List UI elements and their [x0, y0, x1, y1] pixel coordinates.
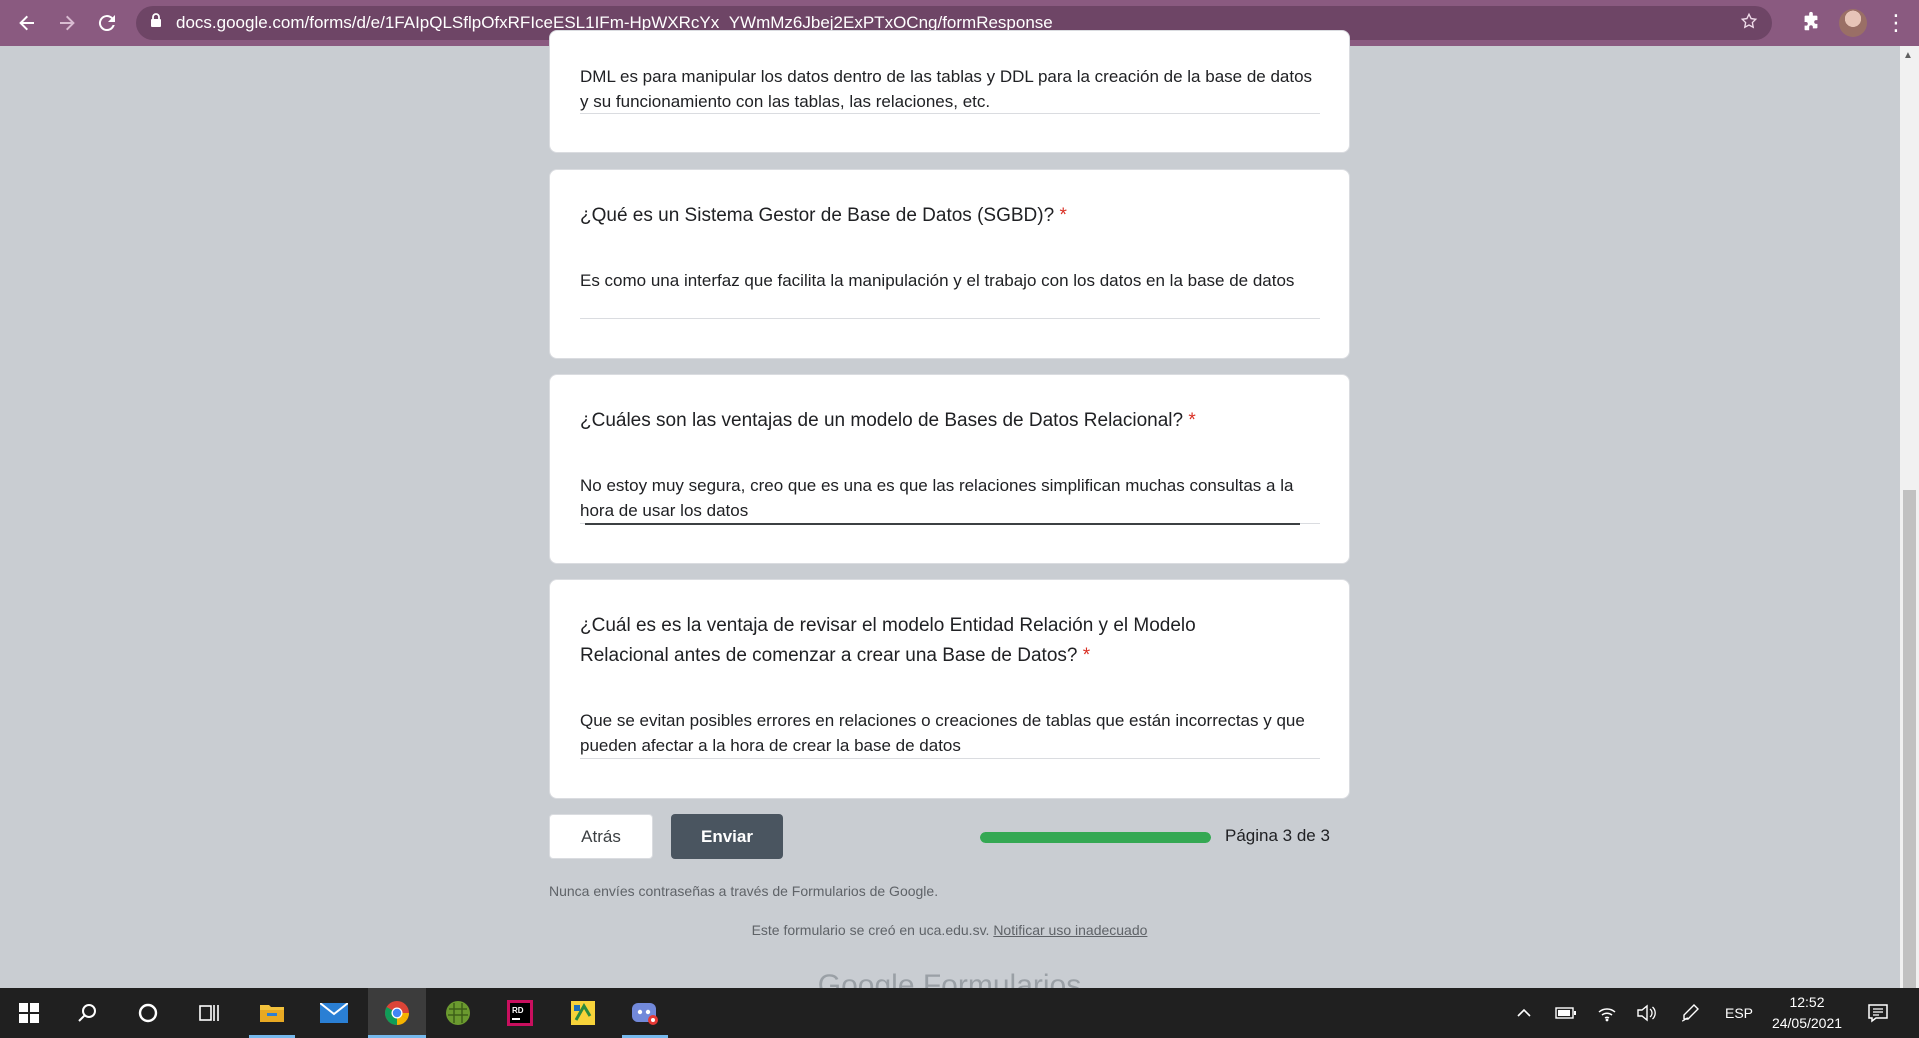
clock[interactable]: 12:52 24/05/2021 [1762, 992, 1852, 1034]
chrome-icon[interactable] [368, 988, 426, 1038]
scroll-up-arrow-icon[interactable]: ▲ [1903, 50, 1913, 61]
mail-icon[interactable] [305, 988, 363, 1038]
report-abuse-link[interactable]: Notificar uso inadecuado [993, 922, 1147, 938]
rider-icon[interactable]: RD [491, 988, 549, 1038]
search-icon[interactable] [58, 988, 116, 1038]
windows-start-icon[interactable] [0, 988, 58, 1038]
wifi-icon[interactable] [1597, 988, 1617, 1038]
puzzle-icon[interactable] [1800, 11, 1822, 38]
volume-icon[interactable] [1636, 988, 1656, 1038]
required-asterisk: * [1082, 645, 1091, 666]
page-indicator: Página 3 de 3 [1225, 826, 1330, 845]
required-asterisk: * [1188, 410, 1196, 431]
progress-bar-fill [980, 832, 1211, 843]
answer-focus-underline [585, 523, 1300, 525]
question-title: ¿Qué es un Sistema Gestor de Base de Dat… [580, 201, 1270, 231]
file-explorer-icon[interactable] [243, 988, 301, 1038]
battery-icon[interactable] [1555, 988, 1577, 1038]
avatar[interactable] [1839, 9, 1867, 37]
answer-underline [580, 758, 1320, 759]
answer-text[interactable]: Es como una interfaz que facilita la man… [580, 268, 1320, 293]
answer-text[interactable]: DML es para manipular los datos dentro d… [580, 64, 1320, 114]
created-text: Este formulario se creó en uca.edu.sv. [751, 922, 990, 938]
clock-date: 24/05/2021 [1771, 1015, 1843, 1031]
question-title: ¿Cuál es es la ventaja de revisar el mod… [580, 611, 1270, 671]
language-indicator[interactable]: ESP [1725, 988, 1753, 1038]
kebab-menu-icon[interactable]: ⋮ [1885, 10, 1907, 36]
scrollbar-thumb[interactable] [1903, 490, 1916, 988]
task-view-icon[interactable] [180, 988, 238, 1038]
answer-text[interactable]: No estoy muy segura, creo que es una es … [580, 473, 1320, 523]
answer-underline [580, 318, 1320, 319]
created-notice: Este formulario se creó en uca.edu.sv. N… [549, 922, 1350, 938]
question-card: ¿Cuáles son las ventajas de un modelo de… [549, 374, 1350, 564]
question-title: ¿Cuáles son las ventajas de un modelo de… [580, 406, 1270, 436]
pen-icon[interactable] [1680, 988, 1700, 1038]
google-forms-logo[interactable]: Google Formularios [549, 963, 1350, 988]
notifications-icon[interactable] [1867, 988, 1889, 1038]
question-text: ¿Cuál es es la ventaja de revisar el mod… [580, 615, 1196, 666]
lock-icon [150, 13, 162, 33]
app-icon[interactable] [554, 988, 612, 1038]
question-text: ¿Qué es un Sistema Gestor de Base de Dat… [580, 205, 1055, 226]
answer-underline [580, 113, 1320, 114]
submit-button[interactable]: Enviar [671, 814, 783, 859]
reload-icon[interactable] [92, 8, 122, 38]
forward-arrow-icon[interactable] [52, 8, 82, 38]
question-card: DML es para manipular los datos dentro d… [549, 30, 1350, 153]
chevron-up-icon[interactable] [1516, 988, 1532, 1038]
back-arrow-icon[interactable] [12, 8, 42, 38]
cortana-icon[interactable] [119, 988, 177, 1038]
star-icon[interactable] [1740, 12, 1758, 35]
taskbar: RD ESP 12:52 24/05/2021 [0, 988, 1919, 1038]
svg-text:RD: RD [512, 1006, 524, 1015]
back-button[interactable]: Atrás [549, 814, 653, 859]
question-card: ¿Cuál es es la ventaja de revisar el mod… [549, 579, 1350, 799]
progress-bar [980, 832, 1211, 843]
question-text: ¿Cuáles son las ventajas de un modelo de… [580, 410, 1184, 431]
clock-time: 12:52 [1789, 994, 1825, 1010]
discord-icon[interactable] [616, 988, 674, 1038]
password-notice: Nunca envíes contraseñas a través de For… [549, 883, 939, 899]
minecraft-icon[interactable] [429, 988, 487, 1038]
question-card: ¿Qué es un Sistema Gestor de Base de Dat… [549, 169, 1350, 359]
required-asterisk: * [1059, 205, 1067, 226]
answer-text[interactable]: Que se evitan posibles errores en relaci… [580, 708, 1320, 758]
